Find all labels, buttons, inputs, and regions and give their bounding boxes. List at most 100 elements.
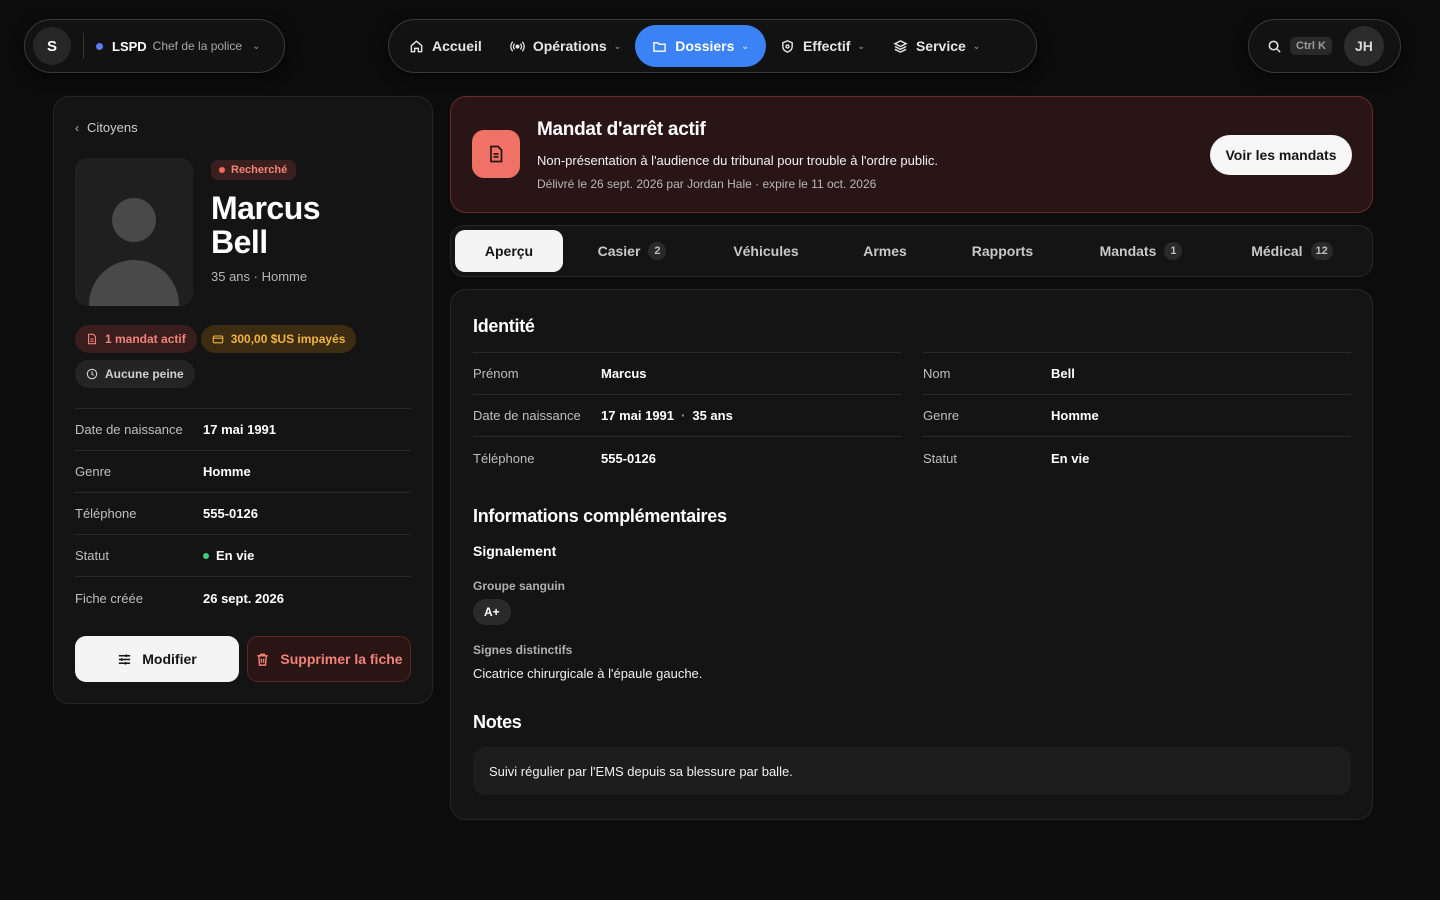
detail-label: Fiche créée [75, 590, 143, 606]
detail-row: Genre Homme [75, 451, 411, 493]
notes-title: Notes [473, 712, 522, 732]
warrant-alert-icon-box [472, 130, 520, 178]
detail-label: Statut [75, 548, 109, 563]
warrant-tag[interactable]: 1 mandat actif [75, 325, 197, 353]
separator-dot: · [681, 408, 686, 423]
detail-value: 555-0126 [203, 506, 258, 521]
folder-icon [653, 41, 667, 52]
detail-label: Genre [75, 464, 112, 479]
identity-label: Prénom [473, 366, 519, 381]
detail-value: 17 mai 1991 [203, 422, 277, 437]
sentence-tag: Aucune peine [75, 360, 195, 388]
identity-value: En vie [1051, 450, 1090, 466]
back-link-label: Citoyens [87, 120, 138, 135]
tab-armes[interactable]: Armes [831, 230, 939, 272]
status-text: En vie [216, 548, 255, 563]
blood-group-label: Groupe sanguin [473, 579, 566, 593]
identity-title: Identité [473, 316, 535, 336]
record-tabs: Aperçu Casier 2 Véhicules Armes Rapports … [450, 225, 1373, 277]
wanted-dot [219, 167, 225, 173]
wanted-badge-label: Recherché [231, 164, 288, 176]
detail-value-status: En vie [203, 548, 254, 563]
profile-actions: Modifier Supprimer la fiche [75, 636, 411, 682]
nav-operations-label: Opérations [532, 38, 607, 54]
nav-service-label: Service [915, 38, 966, 54]
warrant-tag-label: 1 mandat actif [105, 332, 186, 346]
age-value: 35 ans [692, 408, 733, 423]
detail-row: Fiche créée 26 sept. 2026 [75, 577, 411, 619]
chevron-down-icon: ⌄ [613, 40, 622, 51]
identity-column-left: Prénom Marcus Date de naissance 17 mai 1… [473, 352, 901, 479]
toolbar-right: Ctrl K JH [1248, 19, 1401, 73]
profile-photo [75, 158, 193, 306]
divider [83, 33, 84, 59]
tab-rapports[interactable]: Rapports [939, 230, 1066, 272]
nav-dossiers[interactable]: Dossiers ⌄ [635, 25, 766, 67]
description-subtitle: Signalement [473, 543, 557, 559]
identity-label: Téléphone [473, 450, 535, 466]
search-shortcut[interactable]: Ctrl K [1290, 37, 1332, 55]
chevron-left-icon: ‹ [75, 120, 79, 135]
avatar-body [89, 260, 179, 306]
trash-icon [257, 653, 269, 666]
avatar[interactable]: JH [1343, 26, 1384, 66]
tab-mandats[interactable]: Mandats 1 [1066, 230, 1216, 272]
identity-row: Statut En vie [923, 437, 1351, 479]
note-item: Suivi régulier par l'EMS depuis sa bless… [473, 747, 1351, 795]
identity-value: Bell [1051, 366, 1075, 381]
tab-apercu[interactable]: Aperçu [455, 230, 563, 272]
detail-value: Homme [203, 464, 251, 479]
tab-label: Casier [597, 243, 641, 259]
org-logo: S [33, 27, 71, 65]
tab-casier[interactable]: Casier 2 [563, 230, 701, 272]
tab-vehicules[interactable]: Véhicules [701, 230, 831, 272]
broadcast-icon [510, 40, 525, 52]
detail-value: 26 sept. 2026 [203, 590, 284, 606]
nav-operations[interactable]: Opérations ⌄ [496, 25, 635, 67]
tab-label: Véhicules [733, 243, 799, 259]
tab-label: Rapports [971, 243, 1034, 259]
delete-button[interactable]: Supprimer la fiche [247, 636, 411, 682]
tab-medical[interactable]: Médical 12 [1216, 230, 1368, 272]
wanted-badge: Recherché [211, 160, 297, 180]
dob-value: 17 mai 1991 [601, 408, 675, 423]
back-link[interactable]: ‹ Citoyens [75, 120, 411, 135]
identity-row: Nom Bell [923, 353, 1351, 395]
person-meta: 35 ans · Homme [211, 269, 308, 284]
profile-card: ‹ Citoyens Recherché Marcus Bell 35 ans … [53, 96, 433, 704]
person-name: Marcus Bell [211, 191, 321, 259]
tab-count-badge: 12 [1310, 242, 1333, 260]
identity-value: 17 mai 1991 · 35 ans [601, 408, 733, 423]
nav-effectif[interactable]: Effectif ⌄ [766, 25, 879, 67]
wallet-icon [212, 335, 223, 344]
detail-row: Téléphone 555-0126 [75, 493, 411, 535]
nav-dossiers-label: Dossiers [675, 38, 735, 54]
sliders-icon [119, 653, 131, 665]
nav-accueil-label: Accueil [432, 38, 482, 54]
identity-row: Date de naissance 17 mai 1991 · 35 ans [473, 395, 901, 437]
identity-label: Statut [923, 450, 957, 466]
fines-tag-label: 300,00 $US impayés [230, 332, 346, 346]
identity-row: Genre Homme [923, 395, 1351, 437]
search-icon[interactable] [1267, 39, 1282, 54]
sentence-tag-label: Aucune peine [105, 367, 184, 381]
modify-button[interactable]: Modifier [75, 636, 239, 682]
role-name: Chef de la police [152, 39, 243, 53]
identity-value: Homme [1051, 408, 1099, 423]
avatar-head [112, 198, 156, 242]
view-warrants-button[interactable]: Voir les mandats [1210, 135, 1352, 175]
nav-service[interactable]: Service ⌄ [879, 25, 994, 67]
profile-details: Date de naissance 17 mai 1991 Genre Homm… [75, 408, 411, 619]
main-nav: Accueil Opérations ⌄ Dossiers ⌄ Effectif… [388, 19, 1037, 73]
identity-value: Marcus [601, 366, 647, 381]
nav-accueil[interactable]: Accueil [395, 25, 496, 67]
tab-count-badge: 1 [1164, 242, 1183, 260]
fines-tag[interactable]: 300,00 $US impayés [200, 325, 357, 353]
tab-label: Médical [1251, 243, 1303, 259]
shield-icon [782, 39, 793, 53]
tab-label: Aperçu [484, 243, 534, 259]
warrant-alert: Mandat d'arrêt actif Non-présentation à … [450, 96, 1373, 213]
status-dot [203, 552, 209, 559]
identity-label: Genre [923, 408, 960, 423]
org-switcher[interactable]: S LSPD Chef de la police ⌄ [24, 19, 285, 73]
